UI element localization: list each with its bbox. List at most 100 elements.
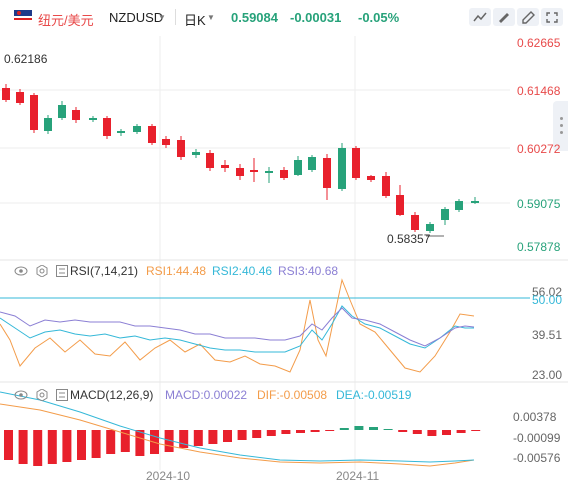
macd-bar bbox=[369, 427, 378, 430]
macd-histogram bbox=[4, 426, 481, 466]
candle-body bbox=[148, 126, 156, 143]
dea-value: DEA:-0.00519 bbox=[336, 388, 412, 402]
candle-body bbox=[2, 88, 10, 100]
macd-bar bbox=[296, 430, 305, 433]
macd-bar bbox=[325, 430, 335, 431]
macd-bar bbox=[106, 430, 116, 454]
macd-bar bbox=[412, 430, 422, 434]
candle-body bbox=[426, 224, 434, 231]
candle-body bbox=[396, 195, 404, 215]
macd-bar bbox=[427, 430, 437, 436]
candle-body bbox=[280, 170, 288, 178]
macd-bar bbox=[310, 430, 320, 432]
macd-bar bbox=[193, 430, 203, 446]
price-axis-label: 0.57878 bbox=[517, 240, 561, 254]
macd-bar bbox=[33, 430, 43, 466]
rsi-axis-label: 23.00 bbox=[532, 368, 562, 382]
rsi-legend: RSI(7,14,21) RSI1:44.48 RSI2:40.46 RSI3:… bbox=[0, 262, 520, 280]
candle-body bbox=[72, 110, 80, 120]
macd-bar bbox=[398, 430, 408, 432]
candlesticks bbox=[2, 84, 479, 233]
eye-icon[interactable] bbox=[14, 265, 28, 277]
list-icon[interactable] bbox=[56, 265, 68, 277]
eye-icon[interactable] bbox=[14, 389, 28, 401]
high-annotation: 0.62186 bbox=[4, 52, 48, 66]
macd-bar bbox=[223, 430, 232, 442]
macd-bar bbox=[18, 430, 28, 464]
rsi2-value: RSI2:40.46 bbox=[212, 264, 273, 278]
candle-body bbox=[44, 118, 52, 131]
macd-bar bbox=[237, 430, 247, 440]
candle-body bbox=[352, 148, 360, 178]
candle-body bbox=[250, 170, 258, 172]
candle-body bbox=[221, 165, 229, 168]
macd-bar bbox=[471, 430, 481, 431]
candle-body bbox=[265, 171, 273, 173]
gear-icon[interactable] bbox=[36, 265, 48, 277]
price-axis-label: 0.61468 bbox=[517, 84, 561, 98]
candle-body bbox=[58, 105, 66, 118]
rsi-axis-label: 39.51 bbox=[532, 328, 562, 342]
price-axis-label: 0.59075 bbox=[517, 197, 561, 211]
candle-body bbox=[382, 176, 390, 196]
macd-legend: MACD(12,26,9) MACD:0.00022 DIF:-0.00508 … bbox=[0, 386, 520, 404]
macd-bar bbox=[47, 430, 57, 464]
candle-body bbox=[236, 168, 244, 176]
macd-bar bbox=[383, 429, 393, 430]
macd-axis-label: -0.00099 bbox=[513, 431, 561, 445]
macd-title: MACD(12,26,9) bbox=[70, 388, 154, 402]
candle-body bbox=[162, 139, 170, 145]
rsi3-value: RSI3:40.68 bbox=[278, 264, 339, 278]
price-axis-label: 0.60272 bbox=[517, 142, 561, 156]
macd-bar bbox=[77, 430, 86, 460]
candle-body bbox=[367, 176, 375, 180]
low-annotation: 0.58357 bbox=[387, 232, 431, 246]
x-axis-label: 2024-10 bbox=[146, 469, 190, 483]
candle-body bbox=[411, 215, 419, 230]
candle-body bbox=[89, 118, 97, 120]
macd-bar bbox=[281, 430, 291, 434]
candle-body bbox=[117, 131, 125, 133]
candle-body bbox=[441, 209, 449, 220]
candle-body bbox=[308, 157, 316, 170]
macd-value: MACD:0.00022 bbox=[165, 388, 248, 402]
macd-bar bbox=[62, 430, 72, 462]
rsi1-value: RSI1:44.48 bbox=[146, 264, 207, 278]
list-icon[interactable] bbox=[56, 389, 68, 401]
candle-body bbox=[30, 95, 38, 130]
candle-body bbox=[192, 152, 200, 155]
dif-value: DIF:-0.00508 bbox=[257, 388, 328, 402]
macd-axis-label: 0.00378 bbox=[513, 410, 557, 424]
rsi-axis-label: 50.00 bbox=[532, 293, 562, 307]
macd-bar bbox=[135, 430, 145, 456]
macd-bar bbox=[208, 430, 218, 444]
rsi-title: RSI(7,14,21) bbox=[70, 264, 139, 278]
candle-body bbox=[471, 201, 479, 203]
macd-bar bbox=[354, 426, 364, 430]
candle-body bbox=[177, 140, 185, 157]
macd-bar bbox=[179, 430, 189, 448]
price-chart[interactable]: 0.62665 0.61468 0.60272 0.59075 0.57878 … bbox=[0, 0, 568, 486]
candle-body bbox=[323, 158, 331, 188]
macd-bar bbox=[339, 428, 349, 430]
macd-bar bbox=[266, 430, 276, 436]
macd-bar bbox=[456, 430, 466, 433]
macd-bar bbox=[4, 430, 13, 460]
macd-bar bbox=[442, 430, 451, 435]
candle-body bbox=[16, 92, 24, 103]
candle-body bbox=[338, 148, 346, 189]
candle-body bbox=[133, 126, 141, 132]
candle-body bbox=[206, 153, 214, 168]
rsi1-line bbox=[0, 278, 475, 373]
rsi2-line bbox=[0, 305, 474, 353]
candle-body bbox=[455, 201, 463, 210]
price-axis-label: 0.62665 bbox=[517, 36, 561, 50]
macd-bar bbox=[91, 430, 101, 458]
gear-icon[interactable] bbox=[36, 389, 48, 401]
macd-bar bbox=[252, 430, 262, 438]
candle-body bbox=[103, 118, 111, 136]
price-grid bbox=[0, 36, 510, 470]
macd-axis-label: -0.00576 bbox=[513, 451, 561, 465]
candle-body bbox=[294, 160, 302, 175]
x-axis-label: 2024-11 bbox=[336, 469, 379, 483]
